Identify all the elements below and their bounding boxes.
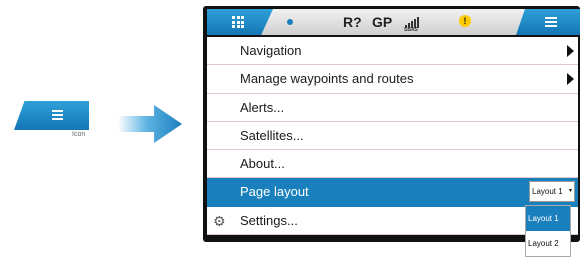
menu-button-callout: Icon [14,101,89,143]
menu-item-manage-waypoints[interactable]: Manage waypoints and routes [207,65,578,94]
menu-item-about[interactable]: About... [207,150,578,179]
layout-option-2[interactable]: Layout 2 [526,231,570,256]
hamburger-menu-icon [52,110,63,122]
main-menu: Navigation Manage waypoints and routes A… [207,37,578,236]
status-dot [287,19,293,25]
menu-item-navigation[interactable]: Navigation [207,37,578,66]
menu-item-settings[interactable]: ⚙ Settings... [207,207,578,236]
signal-label: SBAS [404,27,418,33]
gear-icon: ⚙ [213,212,226,229]
chevron-right-icon [567,73,574,86]
layout-dropdown: Layout 1 Layout 2 [525,205,571,257]
page-layout-select[interactable]: Layout 1 ▾ [529,181,575,203]
status-text-r: R? [343,14,362,30]
hamburger-menu-icon [545,17,557,29]
menu-button[interactable] [14,101,89,130]
status-bar: R? GP SBAS ! [207,9,580,35]
chevron-down-icon: ▾ [568,188,572,195]
menu-item-satellites[interactable]: Satellites... [207,122,578,151]
warning-icon[interactable]: ! [459,15,471,27]
chevron-right-icon [567,45,574,57]
menu-button-sublabel: Icon [72,131,86,138]
layout-option-1[interactable]: Layout 1 [526,206,570,231]
home-button[interactable] [207,9,273,35]
menu-button-main[interactable] [516,9,580,35]
status-text-gp: GP [372,14,393,30]
menu-item-alerts[interactable]: Alerts... [207,94,578,122]
device-screen: R? GP SBAS ! Navigation Manage waypoints… [203,6,580,242]
signal-icon: SBAS [404,15,424,33]
menu-item-page-layout[interactable]: Page layout Layout 1 ▾ [207,178,578,207]
grid-icon [232,16,244,28]
right-arrow-icon [118,105,182,143]
